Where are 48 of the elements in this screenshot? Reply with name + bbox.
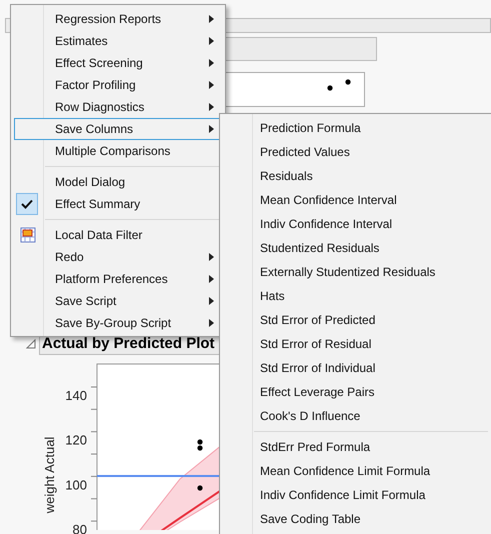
menu-item[interactable]: Std Error of Individual xyxy=(220,356,491,380)
menu-item[interactable]: Indiv Confidence Limit Formula xyxy=(220,483,491,507)
menu-item[interactable]: Predicted Values xyxy=(220,140,491,164)
axis-tick-label: 80 xyxy=(72,522,87,534)
submenu-arrow-icon xyxy=(209,103,214,111)
axis-tick-label: 140 xyxy=(65,388,87,403)
axis-label: weight Actual xyxy=(42,436,57,514)
submenu-arrow-icon xyxy=(209,297,214,305)
menu-item[interactable]: Cook's D Influence xyxy=(220,404,491,428)
menu-item[interactable]: Save Script xyxy=(14,290,221,312)
menu-item[interactable]: Indiv Confidence Interval xyxy=(220,212,491,236)
submenu-arrow-icon xyxy=(209,275,214,283)
menu-item[interactable]: Effect Leverage Pairs xyxy=(220,380,491,404)
submenu-arrow-icon xyxy=(209,81,214,89)
menu-item[interactable]: Model Dialog xyxy=(14,171,221,193)
submenu-arrow-icon xyxy=(209,15,214,23)
menu-item[interactable]: Effect Screening xyxy=(14,52,221,74)
menu-item[interactable]: Hats xyxy=(220,284,491,308)
menu-item[interactable]: Multiple Comparisons xyxy=(14,140,221,162)
menu-item[interactable]: StdErr Pred Formula xyxy=(220,435,491,459)
menu-item[interactable]: Studentized Residuals xyxy=(220,236,491,260)
menu-item[interactable]: Mean Confidence Limit Formula xyxy=(220,459,491,483)
menu-item[interactable]: Externally Studentized Residuals xyxy=(220,260,491,284)
submenu-arrow-icon xyxy=(209,37,214,45)
menu-item[interactable]: Save Coding Table xyxy=(220,507,491,531)
menu-item[interactable]: Std Error of Predicted xyxy=(220,308,491,332)
submenu-arrow-icon xyxy=(209,59,214,67)
menu-item[interactable]: Estimates xyxy=(14,30,221,52)
axis-tick-label: 100 xyxy=(65,477,87,492)
axis-tick-label: 120 xyxy=(65,432,87,448)
submenu-arrow-icon xyxy=(209,125,214,133)
menu-item[interactable]: Factor Profiling xyxy=(14,74,221,96)
menu-item[interactable]: Effect Summary xyxy=(14,193,221,215)
menu-item[interactable]: Prediction Formula xyxy=(220,116,491,140)
menu-item[interactable]: Redo xyxy=(14,246,221,268)
menu-item[interactable]: Row Diagnostics xyxy=(14,96,221,118)
filter-grid-icon xyxy=(20,227,36,243)
menu-item[interactable]: Save Columns xyxy=(14,118,221,140)
menu-item[interactable]: Platform Preferences xyxy=(14,268,221,290)
menu-item[interactable]: Local Data Filter xyxy=(14,224,221,246)
menu-item[interactable]: Residuals xyxy=(220,164,491,188)
submenu-arrow-icon xyxy=(209,319,214,327)
menu-item[interactable]: Regression Reports xyxy=(14,8,221,30)
disclosure-icon[interactable] xyxy=(26,338,36,348)
menu-item[interactable]: Std Error of Residual xyxy=(220,332,491,356)
submenu-arrow-icon xyxy=(209,253,214,261)
menu-item[interactable]: Mean Confidence Interval xyxy=(220,188,491,212)
menu-item[interactable]: Save By-Group Script xyxy=(14,312,221,334)
